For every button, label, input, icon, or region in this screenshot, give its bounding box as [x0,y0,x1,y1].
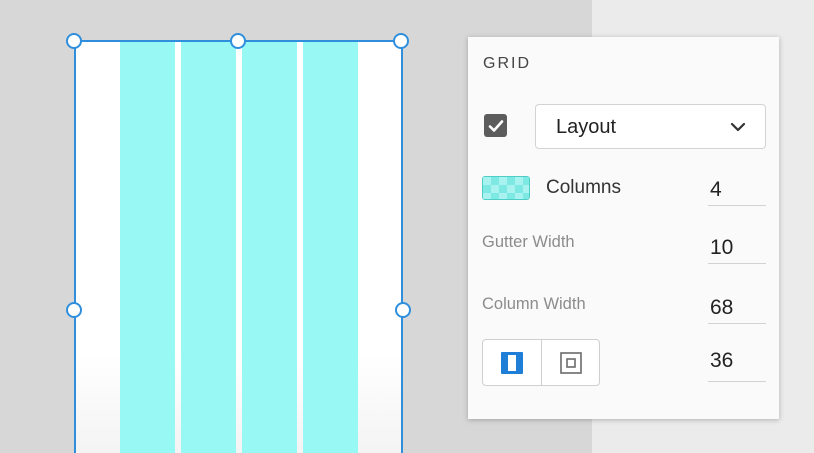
resize-handle-top-left[interactable] [66,33,82,49]
column-width-label: Column Width [482,295,586,313]
grid-column-1 [120,40,175,453]
gutter-width-value: 10 [710,236,734,259]
artboard[interactable] [74,40,403,453]
resize-handle-left[interactable] [66,302,82,318]
linked-margins-icon [501,351,523,374]
columns-value: 4 [710,178,722,201]
margin-mode-toggle [482,339,600,386]
column-width-value: 68 [710,296,734,319]
gutter-width-label: Gutter Width [482,233,575,251]
resize-handle-top-right[interactable] [393,33,409,49]
grid-panel: GRID Layout Columns 4 Gutter Width 10 Co… [468,37,779,419]
linked-margins-button[interactable] [483,340,541,385]
individual-margins-button[interactable] [541,340,599,385]
columns-label: Columns [546,177,621,198]
checker-icon [483,177,529,199]
panel-title: GRID [483,55,531,72]
grid-type-dropdown[interactable]: Layout [535,104,766,149]
individual-margins-icon [559,351,582,374]
column-width-input[interactable]: 68 [708,292,766,324]
gutter-width-input[interactable]: 10 [708,232,766,264]
grid-color-swatch[interactable] [482,176,530,200]
chevron-down-icon [730,122,746,132]
margin-input[interactable]: 36 [708,349,766,382]
checkmark-icon [488,119,503,132]
resize-handle-right[interactable] [395,302,411,318]
columns-input[interactable]: 4 [708,174,766,206]
grid-column-3 [242,40,297,453]
grid-column-4 [303,40,358,453]
grid-type-value: Layout [556,116,617,138]
resize-handle-top[interactable] [230,33,246,49]
grid-enabled-checkbox[interactable] [484,114,507,137]
margin-value: 36 [710,349,734,372]
grid-column-2 [181,40,236,453]
